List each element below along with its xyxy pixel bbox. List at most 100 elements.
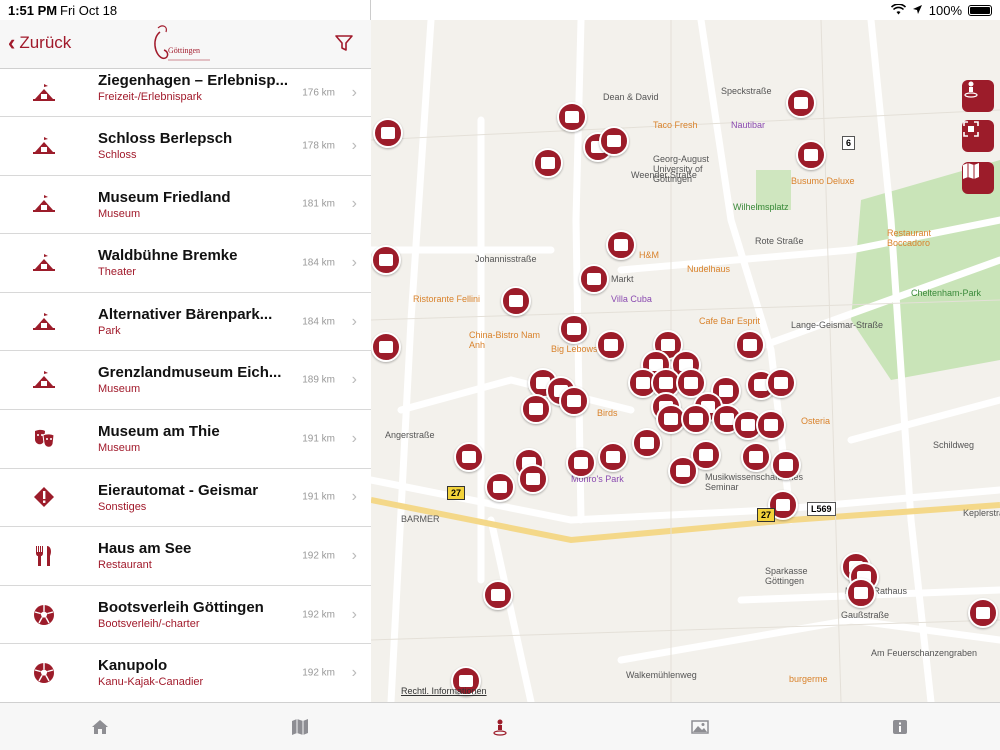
map-label: Lange-Geismar-Straße xyxy=(791,320,884,330)
chevron-right-icon: › xyxy=(351,83,357,101)
poi-glyph-icon xyxy=(462,451,476,463)
map-pin[interactable] xyxy=(599,126,629,156)
map-label: Busumo Deluxe xyxy=(791,176,855,186)
list-item[interactable]: Waldbühne Bremke Theater 184 km › xyxy=(0,234,371,293)
map-pin[interactable] xyxy=(485,472,515,502)
map-pin[interactable] xyxy=(756,410,786,440)
map-pin[interactable] xyxy=(771,450,801,480)
map-pin[interactable] xyxy=(454,442,484,472)
map-pin[interactable] xyxy=(968,598,998,628)
poi-glyph-icon xyxy=(640,437,654,449)
status-bar: 1:51 PM Fri Oct 18 100% xyxy=(0,0,1000,20)
map-pin[interactable] xyxy=(501,286,531,316)
poi-glyph-icon xyxy=(526,473,540,485)
map-pin[interactable] xyxy=(521,394,551,424)
map-pin[interactable] xyxy=(596,330,626,360)
map-pin[interactable] xyxy=(557,102,587,132)
tab-info[interactable] xyxy=(800,703,1000,750)
map-pin[interactable] xyxy=(606,230,636,260)
tab-home[interactable] xyxy=(0,703,200,750)
list-item[interactable]: Kanupolo Kanu-Kajak-Canadier 192 km › xyxy=(0,644,371,702)
map-pin[interactable] xyxy=(566,448,596,478)
map-pin[interactable] xyxy=(598,442,628,472)
poi-glyph-icon xyxy=(676,465,690,477)
map-label: Am Feuerschanzengraben xyxy=(871,648,978,658)
list-item[interactable]: Eierautomat - Geismar Sonstiges 191 km › xyxy=(0,468,371,528)
map-pin[interactable] xyxy=(559,314,589,344)
poi-glyph-icon xyxy=(719,385,733,397)
poi-glyph-icon xyxy=(607,135,621,147)
map-pin[interactable] xyxy=(483,580,513,610)
poi-glyph-icon xyxy=(606,451,620,463)
list-item[interactable]: Haus am See Restaurant 192 km › xyxy=(0,527,371,586)
map-label: Nudelhaus xyxy=(687,264,731,274)
list-item[interactable]: Alternativer Bärenpark... Park 184 km › xyxy=(0,292,371,352)
map-label: BARMER xyxy=(401,514,440,524)
map-pin[interactable] xyxy=(632,428,662,458)
map-type-button[interactable] xyxy=(962,162,994,194)
location-person-icon xyxy=(493,719,507,736)
map-label: Osteria xyxy=(801,416,831,426)
poi-glyph-icon xyxy=(659,377,673,389)
list-item-title: Waldbühne Bremke xyxy=(98,247,238,265)
landmark-icon xyxy=(30,366,58,394)
list-item-title: Haus am See xyxy=(98,540,192,558)
list-item[interactable]: Museum Friedland Museum 181 km › xyxy=(0,175,371,235)
poi-glyph-icon xyxy=(491,589,505,601)
map-pin[interactable] xyxy=(533,148,563,178)
poi-glyph-icon xyxy=(381,127,395,139)
map-pin[interactable] xyxy=(681,404,711,434)
list-item-distance: 178 km xyxy=(302,140,335,152)
list-item-distance: 191 km xyxy=(302,433,335,445)
chevron-right-icon: › xyxy=(351,546,357,564)
list-item-distance: 192 km xyxy=(302,609,335,621)
tab-poi[interactable] xyxy=(400,703,600,750)
map-pin[interactable] xyxy=(741,442,771,472)
list-item[interactable]: Ziegenhagen – Erlebnisp... Freizeit-/Erle… xyxy=(0,69,371,117)
locate-poi-button[interactable] xyxy=(962,80,994,112)
map-pin[interactable] xyxy=(735,330,765,360)
map-pin[interactable] xyxy=(796,140,826,170)
map-pin[interactable] xyxy=(371,332,401,362)
chevron-right-icon: › xyxy=(351,253,357,271)
poi-glyph-icon xyxy=(379,254,393,266)
map-pin[interactable] xyxy=(786,88,816,118)
poi-glyph-icon xyxy=(529,403,543,415)
map-label: Sparkasse Göttingen xyxy=(765,566,808,586)
poi-glyph-icon xyxy=(493,481,507,493)
map-label: Gaußstraße xyxy=(841,610,890,620)
list-item-title: Alternativer Bärenpark... xyxy=(98,305,273,323)
tab-map[interactable] xyxy=(200,703,400,750)
landmark-icon xyxy=(30,132,58,160)
filter-button[interactable] xyxy=(334,33,354,53)
map-label: Cafe Bar Esprit xyxy=(699,316,761,326)
fit-bounds-button[interactable] xyxy=(962,120,994,152)
map-pin[interactable] xyxy=(766,368,796,398)
map-pin[interactable] xyxy=(373,118,403,148)
legal-link[interactable]: Rechtl. Informationen xyxy=(401,686,487,696)
list-item[interactable]: Grenzlandmuseum Eich... Museum 189 km › xyxy=(0,351,371,410)
map-label: Musikwissenschaftliches Seminar xyxy=(705,472,804,492)
tab-gallery[interactable] xyxy=(600,703,800,750)
map-view[interactable]: Dean & David Taco Fresh Nautibar Georg-Augu… xyxy=(371,20,1000,702)
list-panel: ‹ Zurück Göttingen Ziegenhagen – Erlebni… xyxy=(0,0,371,702)
back-button[interactable]: ‹ Zurück xyxy=(8,32,71,54)
list-item[interactable]: Museum am Thie Museum 191 km › xyxy=(0,409,371,469)
map-pin[interactable] xyxy=(579,264,609,294)
chevron-left-icon: ‹ xyxy=(8,30,16,55)
chevron-right-icon: › xyxy=(351,429,357,447)
map-pin[interactable] xyxy=(846,578,876,608)
list-item[interactable]: Bootsverleih Göttingen Bootsverleih/-char… xyxy=(0,585,371,645)
poi-glyph-icon xyxy=(604,339,618,351)
list-item-title: Grenzlandmuseum Eich... xyxy=(98,364,282,382)
map-label: Restaurant Boccadoro xyxy=(887,228,932,248)
map-pin[interactable] xyxy=(668,456,698,486)
poi-glyph-icon xyxy=(776,499,790,511)
poi-glyph-icon xyxy=(587,273,601,285)
map-pin[interactable] xyxy=(559,386,589,416)
poi-glyph-icon xyxy=(636,377,650,389)
list-item-title: Ziegenhagen – Erlebnisp... xyxy=(98,72,289,89)
map-pin[interactable] xyxy=(518,464,548,494)
map-pin[interactable] xyxy=(371,245,401,275)
list-item[interactable]: Schloss Berlepsch Schloss 178 km › xyxy=(0,117,371,176)
